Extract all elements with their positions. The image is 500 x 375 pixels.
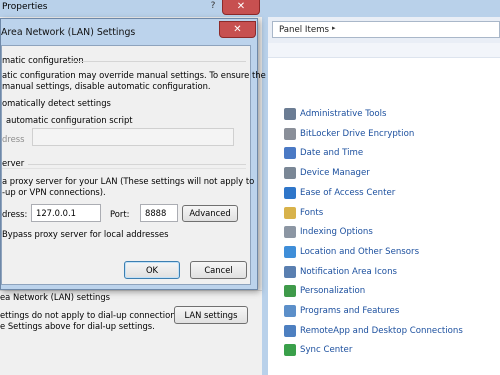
dialog-title: Area Network (LAN) Settings — [1, 27, 136, 38]
control-panel-item-label: Administrative Tools — [300, 109, 387, 119]
dialog-body: matic configuration atic configuration m… — [1, 45, 266, 285]
control-panel-item-label: Location and Other Sensors — [300, 246, 420, 257]
auto-config-group-title: matic configuration — [2, 55, 84, 65]
proxy-address-field[interactable]: 127.0.0.1 — [31, 204, 101, 222]
proxy-address-value: 127.0.0.1 — [36, 208, 76, 218]
proxy-description-line1: a proxy server for your LAN (These setti… — [2, 176, 255, 186]
lan-settings-group-title: ea Network (LAN) settings — [0, 292, 111, 302]
group-divider — [2, 168, 246, 169]
lan-settings-description-line1: ettings do not apply to dial-up connecti… — [0, 310, 183, 320]
personalization-icon — [284, 285, 296, 298]
ease-of-access-icon — [284, 186, 296, 199]
proxy-port-field[interactable]: 8888 — [140, 204, 178, 222]
sync-icon — [284, 344, 296, 357]
config-script-checkbox-label[interactable]: automatic configuration script — [6, 115, 133, 125]
control-panel-item-label: Notification Area Icons — [300, 266, 397, 277]
admin-tools-icon — [284, 108, 296, 120]
auto-config-description-line1: atic configuration may override manual s… — [2, 70, 266, 80]
proxy-port-label: Port: — [110, 209, 130, 219]
group-divider — [64, 61, 246, 62]
window-title: Properties — [2, 2, 48, 12]
proxy-address-label: dress: — [2, 209, 28, 219]
location-icon — [284, 245, 296, 258]
chevron-right-icon[interactable]: ▸ — [332, 24, 336, 32]
advanced-button[interactable]: Advanced — [182, 205, 238, 222]
help-icon[interactable]: ? — [205, 1, 221, 14]
internet-properties-titlebar[interactable]: Properties ? ✕ — [0, 0, 268, 17]
clock-icon — [284, 147, 296, 160]
close-button[interactable]: ✕ — [222, 0, 260, 15]
script-address-field[interactable] — [32, 128, 234, 146]
control-panel-window: Panel Items ▸ Administrative Tools BitLoc… — [268, 0, 500, 375]
control-panel-item-label: Ease of Access Center — [300, 187, 396, 198]
bypass-local-checkbox-label[interactable]: Bypass proxy server for local addresses — [2, 229, 169, 239]
proxy-description-line2: -up or VPN connections). — [2, 187, 106, 197]
bitlocker-icon — [284, 127, 296, 140]
group-divider — [28, 164, 246, 165]
control-panel-toolbar — [268, 43, 500, 58]
breadcrumb[interactable]: Panel Items ▸ — [272, 21, 500, 38]
proxy-port-value: 8888 — [145, 208, 167, 218]
control-panel-item-label: BitLocker Drive Encryption — [300, 128, 415, 139]
auto-detect-checkbox-label[interactable]: omatically detect settings — [2, 98, 111, 108]
control-panel-item-label: RemoteApp and Desktop Connections — [300, 325, 463, 336]
remote-desktop-icon — [284, 324, 296, 337]
auto-config-description-line2: manual settings, disable automatic confi… — [2, 81, 211, 91]
control-panel-item-label: Date and Time — [300, 148, 364, 159]
control-panel-item-label: Programs and Features — [300, 306, 400, 316]
proxy-group-title: erver — [2, 158, 25, 168]
lan-settings-button[interactable]: LAN settings — [174, 306, 248, 324]
fonts-icon — [284, 206, 296, 219]
control-panel-item-label: Fonts — [300, 207, 324, 218]
lan-settings-description-line2: e Settings above for dial-up settings. — [0, 321, 155, 331]
indexing-icon — [284, 226, 296, 239]
script-address-label: dress — [2, 134, 25, 144]
control-panel-item-label: Sync Center — [300, 345, 353, 356]
control-panel-item-label: Indexing Options — [300, 227, 373, 238]
notification-icon — [284, 265, 296, 278]
address-bar: Panel Items ▸ — [268, 17, 500, 44]
close-button[interactable]: ✕ — [219, 21, 256, 38]
cancel-button[interactable]: Cancel — [190, 261, 247, 279]
control-panel-item-label: Personalization — [300, 286, 366, 297]
control-panel-item-label: Device Manager — [300, 168, 370, 179]
lan-settings-dialog: Area Network (LAN) Settings ✕ matic conf… — [0, 18, 266, 290]
control-panel-titlebar[interactable] — [268, 0, 500, 17]
programs-icon — [284, 305, 296, 317]
breadcrumb-item-panel-items[interactable]: Panel Items — [279, 25, 329, 35]
device-manager-icon — [284, 167, 296, 180]
ok-button[interactable]: OK — [124, 261, 180, 279]
